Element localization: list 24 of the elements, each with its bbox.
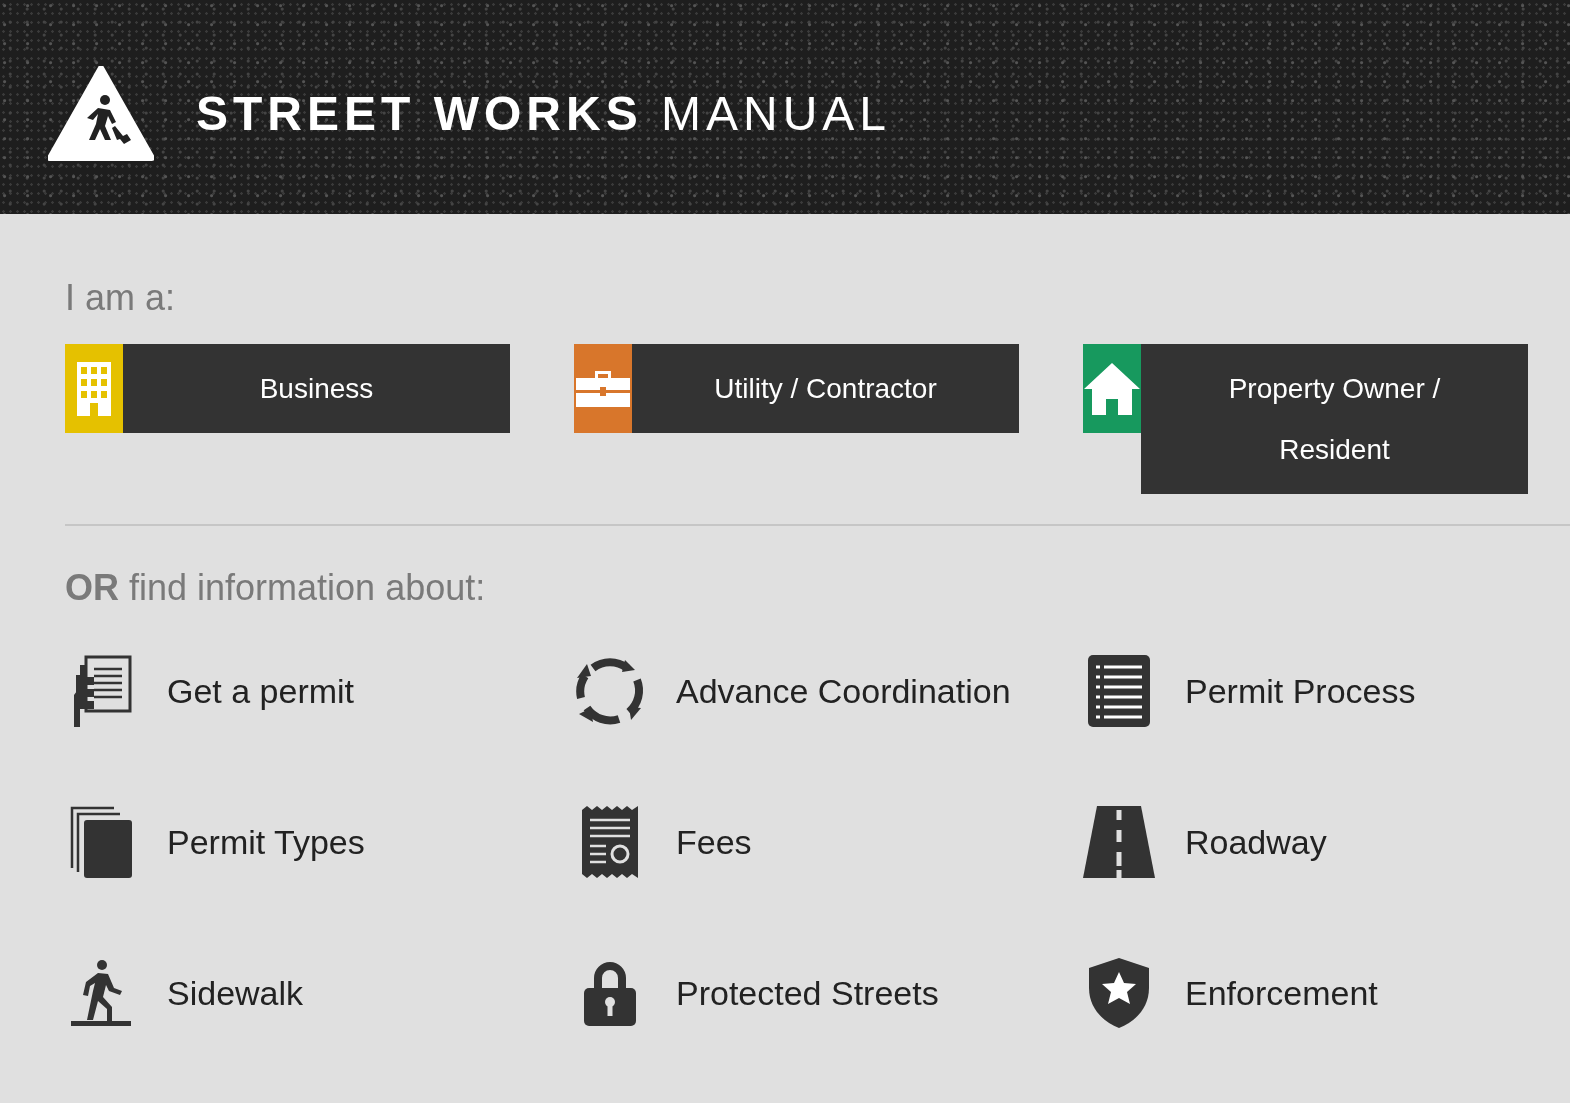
site-title: STREET WORKS MANUAL: [196, 90, 892, 138]
topic-link[interactable]: Sidewalk: [65, 960, 304, 1026]
topic-link[interactable]: Permit Types: [65, 806, 365, 878]
receipt-icon: [582, 806, 638, 878]
topic-link[interactable]: Enforcement: [1083, 958, 1378, 1028]
briefcase-icon: [576, 370, 630, 407]
topic-link[interactable]: Fees: [574, 806, 752, 878]
circular-arrows-icon: [575, 656, 645, 726]
topics-heading: OR find information about:: [65, 566, 487, 610]
role-heading: I am a:: [65, 276, 177, 320]
topic-link[interactable]: Get a permit: [65, 655, 355, 727]
lock-icon: [584, 960, 636, 1026]
house-icon: [1084, 362, 1140, 415]
worker-sign-icon: [48, 66, 154, 162]
pedestrian-icon: [71, 960, 131, 1026]
list-icon: [1088, 655, 1150, 727]
topic-link[interactable]: Advance Coordination: [574, 656, 1011, 726]
stacked-pages-icon: [70, 806, 132, 878]
topic-link[interactable]: Protected Streets: [574, 960, 939, 1026]
building-icon: [77, 361, 111, 416]
road-icon: [1083, 806, 1155, 878]
topic-link[interactable]: Permit Process: [1083, 655, 1416, 727]
shield-star-icon: [1089, 958, 1149, 1028]
topic-link[interactable]: Roadway: [1083, 806, 1327, 878]
